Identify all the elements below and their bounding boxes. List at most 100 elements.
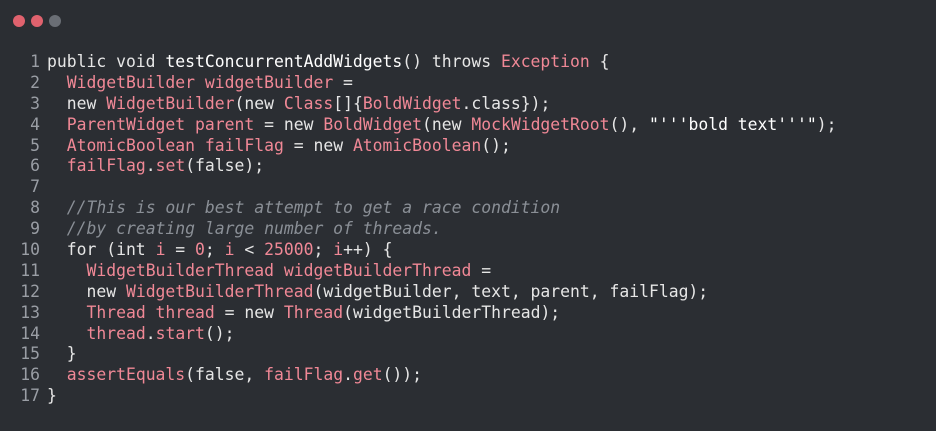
code-token: i — [155, 240, 166, 260]
code-token: []{ — [333, 93, 363, 113]
code-token: BoldWidget — [362, 93, 462, 113]
code-line: 15 } — [0, 344, 936, 365]
line-source[interactable]: //by creating large number of threads. — [47, 219, 442, 240]
line-number: 17 — [20, 386, 40, 406]
line-number: 9 — [30, 219, 40, 239]
code-token: //This is our best attempt to get a race… — [66, 198, 561, 218]
code-token: . — [145, 323, 156, 343]
line-source[interactable]: ParentWidget parent = new BoldWidget(new… — [47, 115, 837, 136]
code-token: //by creating large number of threads. — [66, 219, 442, 239]
code-line: 12 new WidgetBuilderThread(widgetBuilder… — [0, 282, 936, 303]
zoom-dot-icon[interactable] — [49, 15, 61, 27]
line-source[interactable]: thread.start(); — [47, 323, 235, 345]
line-source[interactable]: AtomicBoolean failFlag = new AtomicBoole… — [47, 136, 511, 157]
code-token: set — [155, 156, 186, 176]
code-token: start — [155, 323, 205, 343]
code-token: (false, — [185, 365, 265, 385]
code-token: (new — [234, 93, 284, 113]
line-number: 13 — [20, 302, 40, 322]
code-token: . — [145, 156, 156, 176]
code-token: () throws — [402, 52, 501, 71]
line-source[interactable]: new WidgetBuilder(new Class[]{BoldWidget… — [47, 93, 551, 115]
code-token: (); — [204, 323, 235, 343]
code-token: "'''bold text'''" — [649, 114, 817, 134]
code-line: 14 thread.start(); — [0, 324, 936, 345]
code-token: = — [165, 240, 196, 260]
code-token: i — [224, 240, 235, 260]
code-token: ; — [204, 240, 225, 260]
minimize-dot-icon[interactable] — [31, 15, 43, 27]
code-token: assertEquals — [66, 365, 186, 385]
code-line: 8 //This is our best attempt to get a ra… — [0, 198, 936, 219]
line-source[interactable]: assertEquals(false, failFlag.get()); — [47, 365, 422, 386]
code-line: 13 Thread thread = new Thread(widgetBuil… — [0, 303, 936, 324]
line-number: 12 — [20, 281, 40, 301]
line-source[interactable]: WidgetBuilderThread widgetBuilderThread … — [47, 261, 491, 282]
line-source[interactable]: //This is our best attempt to get a race… — [47, 198, 560, 219]
code-token: failFlag — [264, 365, 344, 385]
line-number: 7 — [30, 177, 40, 197]
code-token: testConcurrentAddWidgets — [165, 52, 403, 71]
code-token: thread — [86, 323, 146, 343]
code-line: 16 assertEquals(false, failFlag.get()); — [0, 365, 936, 386]
code-token: (false); — [185, 156, 265, 176]
code-token: ++) { — [343, 240, 393, 260]
window-controls — [13, 14, 61, 28]
code-line: 3 new WidgetBuilder(new Class[]{BoldWidg… — [0, 94, 936, 115]
line-source[interactable]: public void testConcurrentAddWidgets() t… — [47, 52, 610, 73]
code-token: = — [471, 260, 492, 280]
code-token: = new — [254, 114, 324, 134]
code-token: i — [333, 240, 344, 260]
line-number: 5 — [30, 135, 40, 155]
code-token: public void — [47, 52, 166, 71]
line-number: 8 — [30, 198, 40, 218]
code-token: 0 — [195, 240, 205, 260]
code-token: (new — [422, 114, 472, 134]
code-token: { — [589, 52, 610, 71]
line-source[interactable]: for (int i = 0; i < 25000; i++) { — [47, 240, 393, 261]
line-number: 15 — [20, 344, 40, 364]
line-number: 3 — [30, 93, 40, 113]
code-token: AtomicBoolean failFlag — [66, 135, 284, 155]
code-token: new — [47, 93, 107, 113]
code-token: new — [47, 281, 126, 301]
line-source[interactable]: } — [47, 386, 57, 407]
code-token: < — [234, 240, 265, 260]
line-source[interactable]: new WidgetBuilderThread(widgetBuilder, t… — [47, 282, 708, 303]
code-token: = new — [283, 135, 353, 155]
line-number: 6 — [30, 156, 40, 176]
line-number: 11 — [20, 260, 40, 280]
code-line: 5 AtomicBoolean failFlag = new AtomicBoo… — [0, 136, 936, 157]
code-token: failFlag — [66, 156, 146, 176]
code-line: 11 WidgetBuilderThread widgetBuilderThre… — [0, 261, 936, 282]
line-source[interactable]: } — [47, 344, 77, 365]
code-token: MockWidgetRoot — [471, 114, 610, 134]
code-token: (); — [481, 135, 511, 155]
code-token: Exception — [500, 52, 590, 71]
code-token: ; — [313, 240, 334, 260]
close-dot-icon[interactable] — [13, 15, 25, 27]
line-source[interactable]: Thread thread = new Thread(widgetBuilder… — [47, 303, 560, 324]
line-source[interactable]: WidgetBuilder widgetBuilder = — [47, 73, 353, 94]
code-token: Thread thread — [86, 302, 215, 322]
code-line: 4 ParentWidget parent = new BoldWidget(n… — [0, 115, 936, 136]
code-line: 1 public void testConcurrentAddWidgets() … — [0, 52, 936, 73]
line-number: 2 — [30, 72, 40, 92]
line-number: 1 — [30, 52, 40, 71]
code-token: } — [47, 386, 57, 406]
line-source[interactable]: failFlag.set(false); — [47, 156, 264, 177]
code-token: = — [333, 72, 353, 92]
code-token: get — [352, 365, 383, 385]
code-token: WidgetBuilderThread widgetBuilderThread — [86, 260, 472, 280]
code-token: (), — [609, 114, 649, 134]
code-token: ParentWidget parent — [66, 114, 255, 134]
code-token: = new — [214, 302, 284, 322]
code-line: 7 — [0, 177, 936, 198]
code-token: ); — [816, 114, 837, 134]
